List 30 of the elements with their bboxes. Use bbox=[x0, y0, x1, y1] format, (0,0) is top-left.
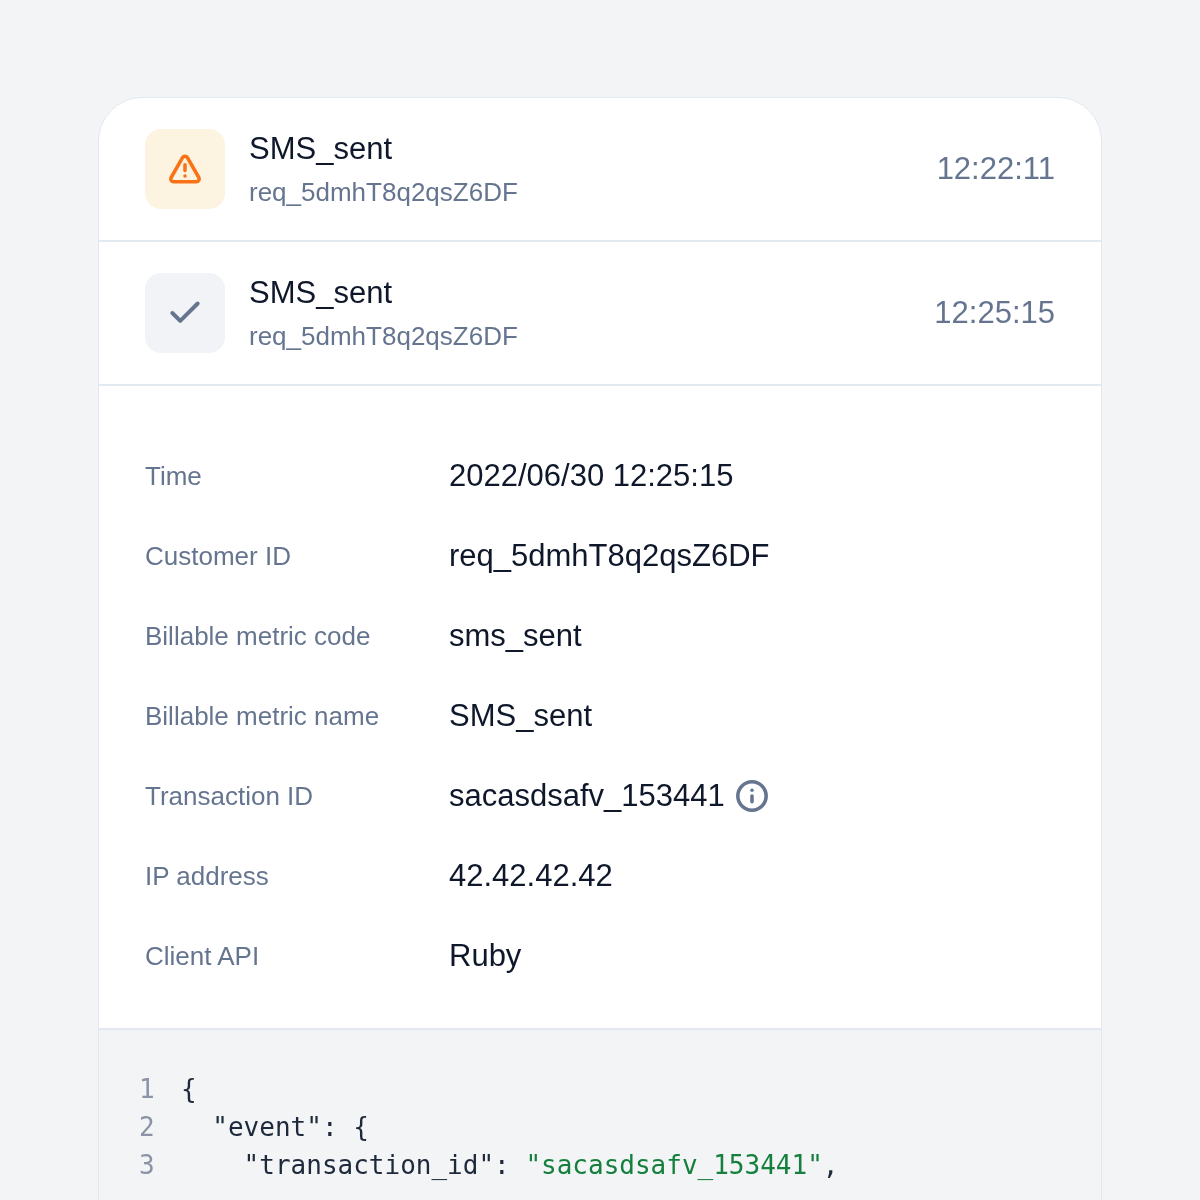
event-title: SMS_sent bbox=[249, 274, 393, 312]
code-line: "event": { bbox=[211, 1111, 369, 1143]
detail-label: Billable metric code bbox=[145, 619, 372, 653]
info-icon[interactable] bbox=[734, 779, 769, 813]
detail-label: Customer ID bbox=[145, 539, 292, 573]
line-number: 1 bbox=[139, 1073, 156, 1105]
request-id: req_5dmhT8q2qsZ6DF bbox=[249, 176, 518, 209]
detail-value: 42.42.42.42 bbox=[449, 856, 613, 895]
event-row[interactable]: SMS_sent req_5dmhT8q2qsZ6DF 12:22:11 bbox=[99, 98, 1101, 242]
event-title: SMS_sent bbox=[249, 130, 393, 168]
code-line: "transaction_id": "sacasdsafv_153441", bbox=[242, 1149, 839, 1181]
detail-label: Billable metric name bbox=[145, 699, 381, 733]
detail-value: sacasdsafv_153441 bbox=[449, 776, 725, 815]
detail-label: Transaction ID bbox=[145, 779, 315, 813]
request-id: req_5dmhT8q2qsZ6DF bbox=[249, 320, 518, 353]
code-line: { bbox=[181, 1073, 197, 1105]
line-number: 2 bbox=[139, 1111, 156, 1143]
line-number: 3 bbox=[139, 1149, 156, 1181]
detail-value: req_5dmhT8q2qsZ6DF bbox=[449, 536, 770, 575]
detail-value: SMS_sent bbox=[449, 696, 592, 735]
event-time: 12:22:11 bbox=[936, 149, 1055, 188]
event-row[interactable]: SMS_sent req_5dmhT8q2qsZ6DF 12:25:15 bbox=[99, 242, 1101, 386]
detail-value: 2022/06/30 12:25:15 bbox=[449, 456, 734, 495]
event-time: 12:25:15 bbox=[934, 293, 1055, 332]
detail-label: Time bbox=[145, 459, 203, 493]
detail-value: Ruby bbox=[449, 936, 522, 975]
warning-icon bbox=[168, 152, 202, 186]
detail-label: Client API bbox=[145, 939, 261, 973]
detail-label: IP address bbox=[145, 859, 270, 893]
detail-value: sms_sent bbox=[449, 616, 582, 655]
